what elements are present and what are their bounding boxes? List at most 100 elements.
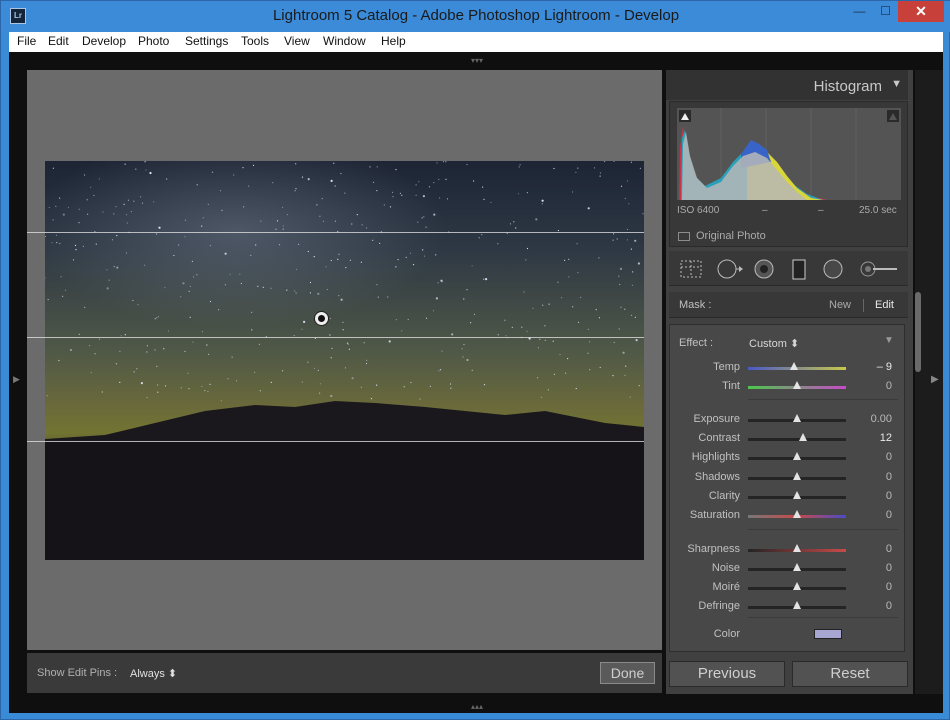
original-photo-label: Original Photo	[696, 230, 766, 242]
defringe-label: Defringe	[698, 600, 740, 612]
mask-separator	[863, 299, 864, 312]
effect-select[interactable]: Custom ⬍	[749, 337, 799, 350]
saturation-value[interactable]: 0	[860, 509, 892, 521]
menu-develop[interactable]: Develop	[82, 34, 126, 48]
defringe-value[interactable]: 0	[860, 600, 892, 612]
shutter-readout: 25.0 sec	[859, 205, 897, 216]
show-edit-pins-label: Show Edit Pins :	[37, 667, 118, 679]
collapse-triangle-icon[interactable]: ▼	[891, 78, 902, 90]
shadows-value[interactable]: 0	[860, 471, 892, 483]
mask-new-button[interactable]: New	[829, 299, 851, 311]
highlights-value[interactable]: 0	[860, 451, 892, 463]
photo-preview[interactable]	[45, 161, 644, 560]
menu-window[interactable]: Window	[323, 34, 366, 48]
top-panel-grip-icon[interactable]: ▾▾▾	[471, 56, 483, 65]
image-viewport[interactable]	[27, 70, 662, 650]
red-eye-icon[interactable]	[753, 259, 775, 279]
sharpness-slider-knob[interactable]	[793, 544, 801, 552]
effect-collapse-icon[interactable]: ▼	[884, 335, 894, 346]
exposure-slider-knob[interactable]	[793, 414, 801, 422]
adjustment-panel: Effect : Custom ⬍ ▼ Temp – 9 Tint 0 Exposure…	[669, 324, 905, 652]
shadows-label: Shadows	[694, 471, 740, 483]
temp-slider-knob[interactable]	[790, 362, 799, 370]
radial-filter-icon[interactable]	[822, 259, 844, 279]
tool-strip	[669, 251, 908, 286]
window-title: Lightroom 5 Catalog - Adobe Photoshop Li…	[272, 7, 680, 24]
histogram-header[interactable]: Histogram ▼	[666, 70, 908, 100]
histogram-title: Histogram	[813, 78, 882, 95]
section-divider	[748, 617, 898, 618]
menu-view[interactable]: View	[284, 34, 310, 48]
contrast-label: Contrast	[698, 432, 740, 444]
previous-button[interactable]: Previous	[669, 661, 785, 687]
minimize-button[interactable]: —	[846, 1, 873, 22]
aperture-readout: –	[762, 205, 768, 216]
saturation-label: Saturation	[689, 509, 740, 521]
sharpness-label: Sharpness	[687, 543, 740, 555]
noise-value[interactable]: 0	[860, 562, 892, 574]
clarity-slider-knob[interactable]	[793, 491, 801, 499]
section-divider	[748, 399, 898, 400]
radial-filter-guide-middle	[27, 337, 644, 338]
color-label: Color	[713, 628, 740, 640]
radial-filter-guide-bottom	[27, 441, 644, 442]
menu-bar: File Edit Develop Photo Settings Tools V…	[9, 32, 943, 52]
shadows-slider-knob[interactable]	[793, 472, 801, 480]
temp-value[interactable]: – 9	[860, 361, 892, 373]
radial-filter-guide-top	[27, 232, 644, 233]
menu-help[interactable]: Help	[381, 34, 406, 48]
effect-label: Effect :	[679, 337, 714, 349]
spot-removal-icon[interactable]	[716, 259, 744, 279]
iso-readout: ISO 6400	[677, 205, 720, 216]
graduated-filter-icon[interactable]	[791, 259, 807, 281]
noise-slider-knob[interactable]	[793, 563, 801, 571]
saturation-slider-knob[interactable]	[793, 510, 801, 518]
mask-edit-button[interactable]: Edit	[875, 299, 894, 311]
bottom-panel-grip-icon[interactable]: ▴▴▴	[471, 702, 483, 711]
histogram-graph[interactable]	[677, 108, 901, 200]
edit-pin[interactable]	[314, 311, 329, 326]
noise-label: Noise	[711, 562, 740, 574]
contrast-slider-knob[interactable]	[798, 433, 807, 441]
section-divider	[748, 529, 898, 530]
color-swatch[interactable]	[814, 629, 842, 639]
moir-slider-knob[interactable]	[793, 582, 801, 590]
menu-edit[interactable]: Edit	[48, 34, 69, 48]
focal-length-readout: –	[818, 205, 824, 216]
contrast-value[interactable]: 12	[860, 432, 892, 444]
tint-value[interactable]: 0	[860, 380, 892, 392]
left-panel-toggle-icon[interactable]: ▶	[13, 374, 20, 385]
application-window: Lr Lightroom 5 Catalog - Adobe Photoshop…	[0, 0, 950, 720]
highlights-label: Highlights	[691, 451, 740, 463]
defringe-slider-knob[interactable]	[793, 601, 801, 609]
close-button[interactable]: ✕	[898, 1, 944, 22]
menu-settings[interactable]: Settings	[185, 34, 228, 48]
menu-tools[interactable]: Tools	[241, 34, 269, 48]
tint-slider-knob[interactable]	[793, 381, 801, 389]
menu-photo[interactable]: Photo	[138, 34, 169, 48]
sharpness-value[interactable]: 0	[860, 543, 892, 555]
reset-button[interactable]: Reset	[792, 661, 908, 687]
mask-label: Mask :	[679, 299, 712, 311]
adjustment-brush-icon[interactable]	[859, 259, 899, 279]
clarity-value[interactable]: 0	[860, 490, 892, 502]
bottom-toolbar: Show Edit Pins : Always ⬍ Done	[27, 653, 662, 693]
menu-file[interactable]: File	[17, 34, 36, 48]
exposure-value[interactable]: 0.00	[860, 413, 892, 425]
original-photo-checkbox[interactable]	[678, 232, 690, 241]
maximize-button[interactable]: ☐	[872, 1, 899, 22]
tint-label: Tint	[722, 380, 740, 392]
contrast-slider-track[interactable]	[748, 438, 846, 441]
done-button[interactable]: Done	[600, 662, 655, 684]
moir-label: Moiré	[712, 581, 740, 593]
show-edit-pins-select[interactable]: Always ⬍	[130, 667, 177, 680]
right-panel-toggle-icon[interactable]: ▶	[931, 374, 939, 385]
highlights-slider-knob[interactable]	[793, 452, 801, 460]
temp-label: Temp	[713, 361, 740, 373]
scrollbar-thumb[interactable]	[915, 292, 921, 372]
mask-row: Mask : New Edit	[669, 292, 908, 318]
title-bar[interactable]: Lr Lightroom 5 Catalog - Adobe Photoshop…	[1, 1, 950, 32]
night-sky-photo	[45, 161, 644, 560]
crop-overlay-icon[interactable]	[679, 259, 703, 279]
moir-value[interactable]: 0	[860, 581, 892, 593]
